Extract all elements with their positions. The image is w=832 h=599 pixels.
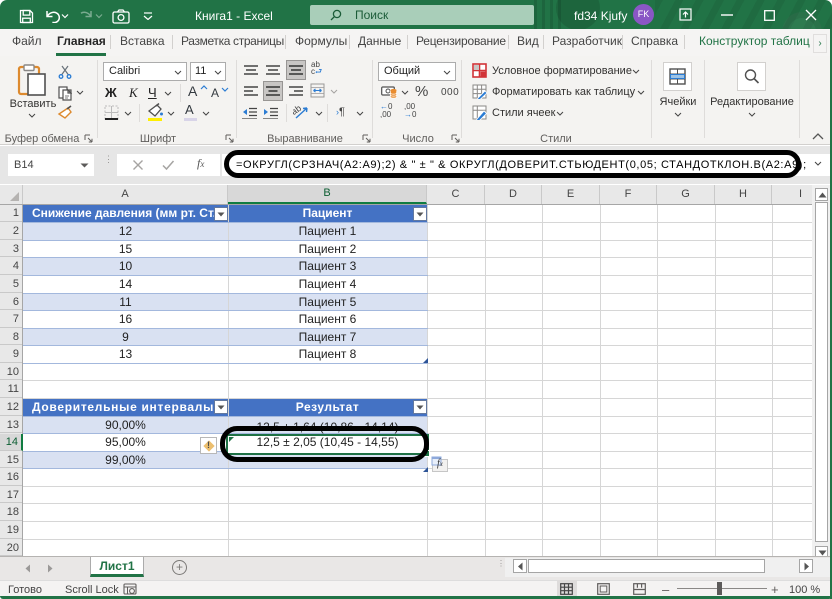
svg-text:ab: ab [293, 104, 303, 117]
